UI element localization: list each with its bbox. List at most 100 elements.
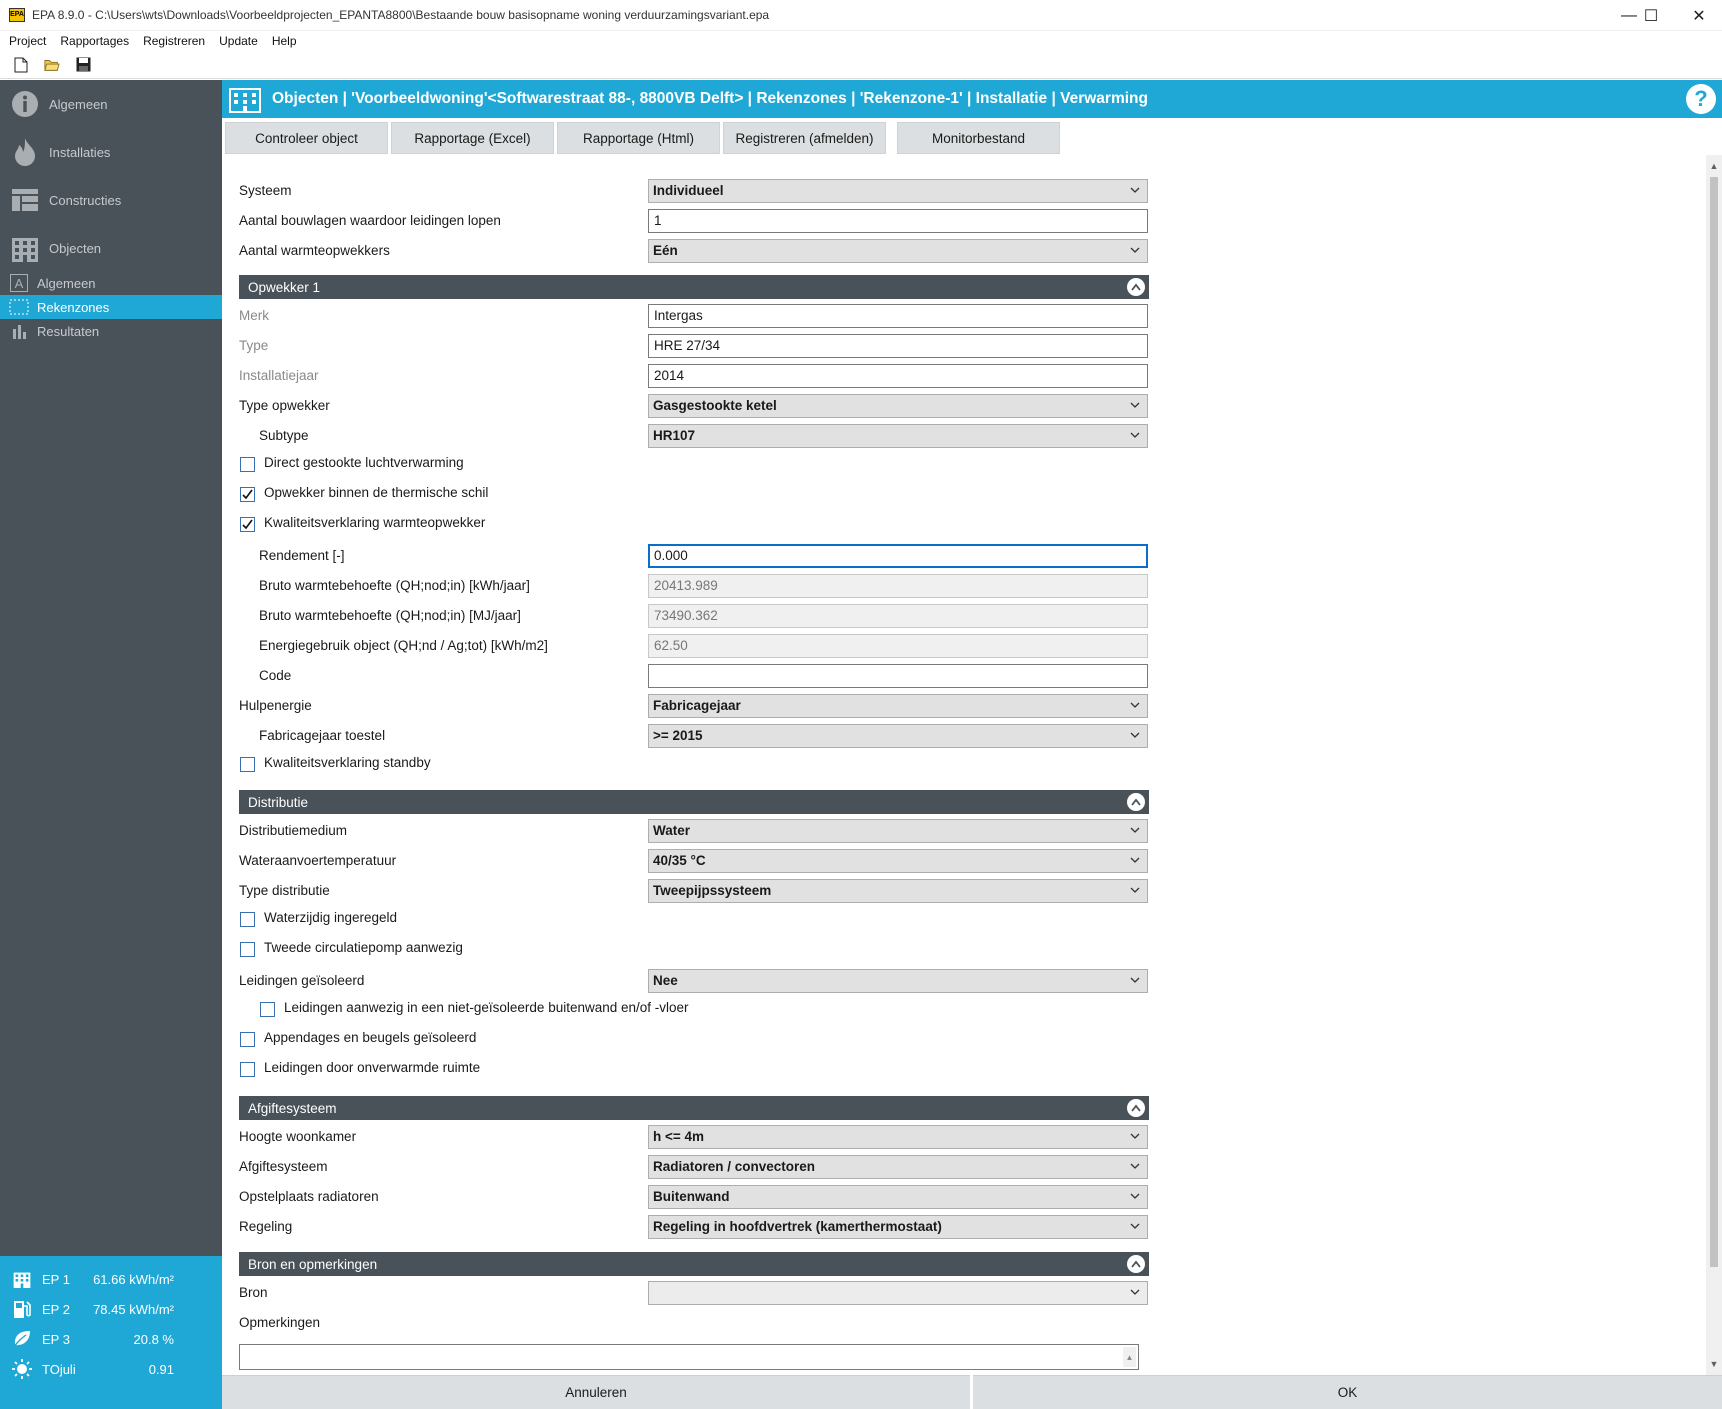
merk-label: Merk: [239, 308, 269, 323]
collapse-icon[interactable]: [1127, 793, 1145, 811]
chevron-down-icon: [1130, 187, 1140, 193]
menu-rapportages[interactable]: Rapportages: [60, 34, 129, 48]
save-icon[interactable]: [75, 57, 91, 73]
merk-input[interactable]: Intergas: [648, 304, 1148, 328]
collapse-icon[interactable]: [1127, 1099, 1145, 1117]
building-icon: [11, 1269, 33, 1289]
rendement-input[interactable]: 0.000: [648, 544, 1148, 568]
registreren-button[interactable]: Registreren (afmelden): [723, 122, 886, 154]
regeling-select[interactable]: Regeling in hoofdvertrek (kamerthermosta…: [648, 1215, 1148, 1239]
sidebar-item-algemeen[interactable]: Algemeen: [0, 80, 222, 128]
tweede-pomp-label: Tweede circulatiepomp aanwezig: [264, 940, 463, 955]
installatiejaar-input[interactable]: 2014: [648, 364, 1148, 388]
sidebar-item-label: Algemeen: [37, 275, 96, 291]
scroll-up-icon[interactable]: ▲: [1123, 1347, 1136, 1367]
building-icon: [10, 233, 40, 263]
rendement-label: Rendement [-]: [259, 548, 345, 563]
direct-gestookte-checkbox-row: Direct gestookte luchtverwarming: [239, 453, 1139, 475]
code-input[interactable]: [648, 664, 1148, 688]
menu-registreren[interactable]: Registreren: [143, 34, 205, 48]
bron-select[interactable]: [648, 1281, 1148, 1305]
collapse-icon[interactable]: [1127, 278, 1145, 296]
type-opwekker-select[interactable]: Gasgestookte ketel: [648, 394, 1148, 418]
installatiejaar-row: Installatiejaar 2014: [239, 363, 1370, 389]
new-file-icon[interactable]: [13, 57, 29, 73]
hoogte-woonkamer-row: Hoogte woonkamer h <= 4m: [239, 1124, 1370, 1150]
help-icon[interactable]: ?: [1686, 84, 1716, 114]
fabricagejaar-select[interactable]: >= 2015: [648, 724, 1148, 748]
ep-value: 78.45 kWh/m²: [93, 1301, 174, 1317]
leidingen-geisoleerd-select[interactable]: Nee: [648, 969, 1148, 993]
type-input[interactable]: HRE 27/34: [648, 334, 1148, 358]
ep-value: 61.66 kWh/m²: [93, 1271, 174, 1287]
hoogte-woonkamer-select[interactable]: h <= 4m: [648, 1125, 1148, 1149]
merk-row: Merk Intergas: [239, 303, 1370, 329]
section-distributie: Distributie: [239, 790, 1149, 814]
afgiftesysteem-label: Afgiftesysteem: [239, 1159, 328, 1174]
cancel-button[interactable]: Annuleren: [222, 1375, 970, 1409]
leidingen-buitenwand-checkbox[interactable]: [260, 1002, 275, 1017]
ep-value: 20.8 %: [133, 1331, 174, 1347]
opmerkingen-row: Opmerkingen: [239, 1310, 1370, 1336]
monitorbestand-button[interactable]: Monitorbestand: [897, 122, 1060, 154]
sidebar-subitem-rekenzones[interactable]: Rekenzones: [0, 295, 222, 319]
opstelplaats-select[interactable]: Buitenwand: [648, 1185, 1148, 1209]
vertical-scrollbar[interactable]: ▲ ▼: [1706, 155, 1722, 1375]
wateraanvoer-select[interactable]: 40/35 °C: [648, 849, 1148, 873]
regeling-label: Regeling: [239, 1219, 293, 1234]
systeem-select[interactable]: Individueel: [648, 179, 1148, 203]
scroll-down-icon[interactable]: ▼: [1709, 1359, 1719, 1369]
aantal-opwekkers-select[interactable]: Eén: [648, 239, 1148, 263]
tweede-pomp-checkbox[interactable]: [240, 942, 255, 957]
menu-project[interactable]: Project: [9, 34, 46, 48]
type-distributie-select[interactable]: Tweepijpssysteem: [648, 879, 1148, 903]
menu-update[interactable]: Update: [219, 34, 258, 48]
leaf-icon: [11, 1329, 33, 1349]
appendages-label: Appendages en beugels geïsoleerd: [264, 1030, 477, 1045]
sidebar-subitem-algemeen[interactable]: A Algemeen: [0, 271, 222, 295]
rapportage-excel-button[interactable]: Rapportage (Excel): [391, 122, 554, 154]
ep-row: EP 2 78.45 kWh/m²: [0, 1297, 222, 1321]
open-folder-icon[interactable]: [44, 57, 60, 73]
ok-button[interactable]: OK: [973, 1375, 1722, 1409]
binnen-schil-checkbox-row: Opwekker binnen de thermische schil: [239, 483, 1139, 505]
scrollbar-thumb[interactable]: [1710, 177, 1718, 1267]
appendages-checkbox[interactable]: [240, 1032, 255, 1047]
onverwarmd-checkbox[interactable]: [240, 1062, 255, 1077]
sidebar-item-constructies[interactable]: Constructies: [0, 176, 222, 224]
kwaliteit-checkbox[interactable]: [240, 517, 255, 532]
menu-help[interactable]: Help: [272, 34, 297, 48]
hulpenergie-select[interactable]: Fabricagejaar: [648, 694, 1148, 718]
afgiftesysteem-select[interactable]: Radiatoren / convectoren: [648, 1155, 1148, 1179]
flame-icon: [10, 137, 40, 167]
controleer-object-button[interactable]: Controleer object: [225, 122, 388, 154]
aantal-bouwlagen-input[interactable]: 1: [648, 209, 1148, 233]
systeem-row: Systeem Individueel: [239, 178, 1370, 204]
binnen-schil-checkbox[interactable]: [240, 487, 255, 502]
direct-gestookte-checkbox[interactable]: [240, 457, 255, 472]
waterzijdig-checkbox-row: Waterzijdig ingeregeld: [239, 908, 1139, 930]
ep-value: 0.91: [148, 1361, 174, 1377]
section-title: Bron en opmerkingen: [248, 1257, 378, 1272]
checkmark-icon: [242, 519, 253, 530]
maximize-button[interactable]: ☐: [1628, 0, 1674, 31]
close-button[interactable]: ✕: [1676, 0, 1722, 31]
leidingen-buitenwand-checkbox-row: Leidingen aanwezig in een niet-geïsoleer…: [239, 998, 1139, 1020]
scroll-up-icon[interactable]: ▲: [1709, 161, 1719, 171]
standby-checkbox[interactable]: [240, 757, 255, 772]
collapse-icon[interactable]: [1127, 1255, 1145, 1273]
distributiemedium-select[interactable]: Water: [648, 819, 1148, 843]
sidebar-subitem-resultaten[interactable]: Resultaten: [0, 319, 222, 343]
sidebar-item-label: Resultaten: [37, 323, 100, 339]
opmerkingen-textarea[interactable]: ▲: [239, 1344, 1139, 1370]
bruto-kwh-label: Bruto warmtebehoefte (QH;nod;in) [kWh/ja…: [259, 578, 530, 593]
sidebar-item-label: Rekenzones: [37, 299, 110, 315]
rapportage-html-button[interactable]: Rapportage (Html): [557, 122, 720, 154]
code-row: Code: [239, 663, 1370, 689]
regeling-row: Regeling Regeling in hoofdvertrek (kamer…: [239, 1214, 1370, 1240]
sidebar-item-objecten[interactable]: Objecten: [0, 224, 222, 272]
sidebar-item-installaties[interactable]: Installaties: [0, 128, 222, 176]
waterzijdig-checkbox[interactable]: [240, 912, 255, 927]
afgiftesysteem-row: Afgiftesysteem Radiatoren / convectoren: [239, 1154, 1370, 1180]
subtype-select[interactable]: HR107: [648, 424, 1148, 448]
